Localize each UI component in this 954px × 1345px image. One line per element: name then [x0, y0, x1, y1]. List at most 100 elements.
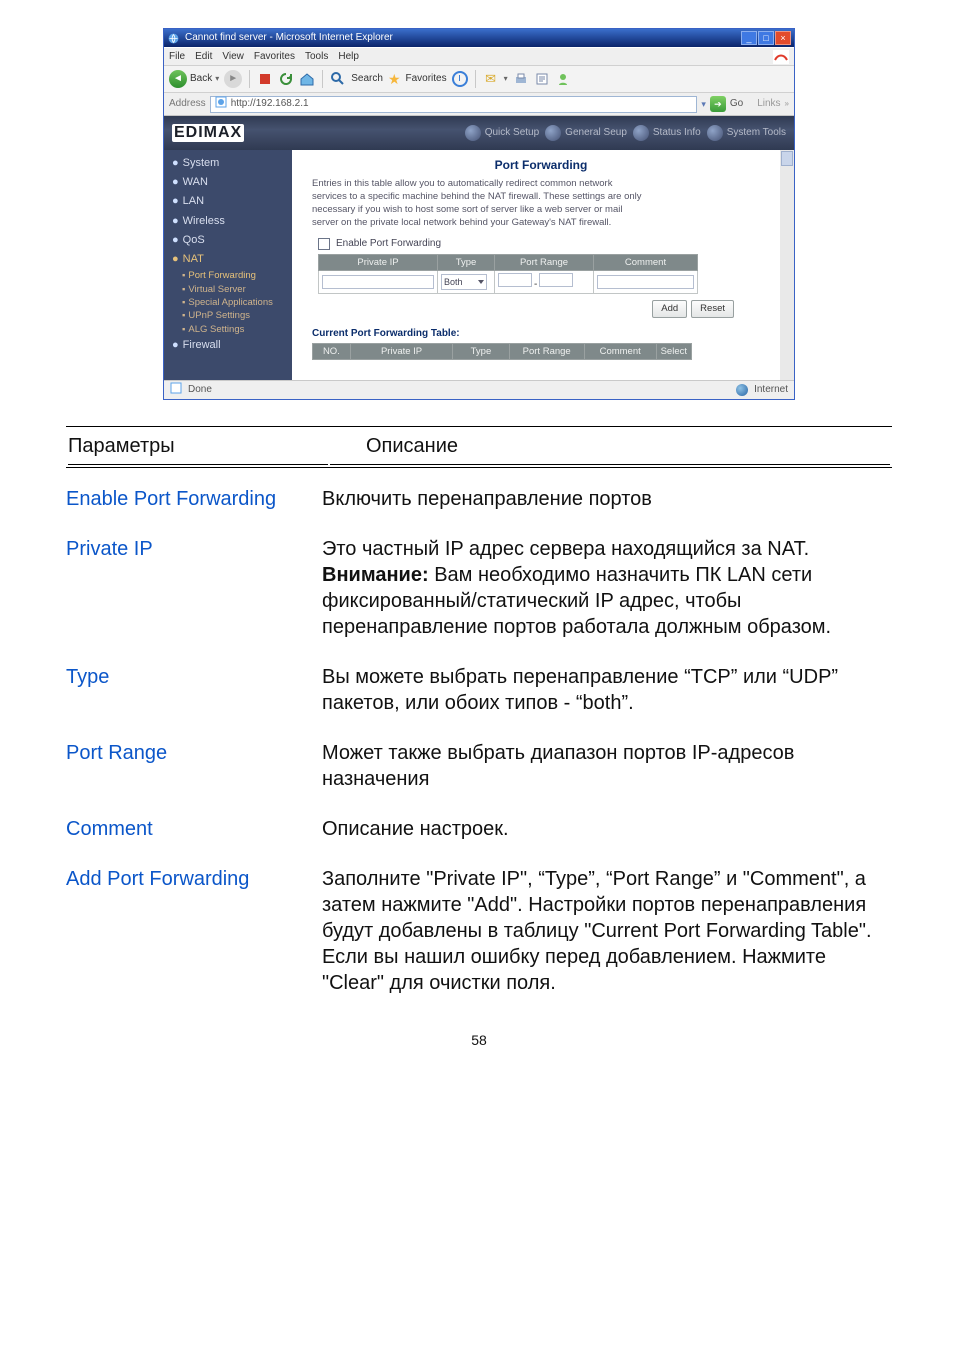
- sidebar-item-wan[interactable]: ●WAN: [164, 173, 292, 192]
- curr-col-select: Select: [656, 344, 691, 360]
- port-range-end-input[interactable]: [539, 273, 573, 287]
- menu-help[interactable]: Help: [338, 51, 359, 63]
- page-description: Entries in this table allow you to autom…: [312, 178, 642, 229]
- back-dropdown-icon[interactable]: ▾: [215, 74, 219, 84]
- header-parameters: Параметры: [68, 429, 328, 465]
- content-scrollbar[interactable]: [780, 150, 794, 380]
- menu-tools[interactable]: Tools: [305, 51, 328, 63]
- home-icon[interactable]: [299, 71, 315, 87]
- parameter-name: Type: [66, 664, 322, 690]
- reset-button[interactable]: Reset: [691, 300, 734, 318]
- private-ip-input[interactable]: [322, 275, 434, 289]
- enable-port-forwarding-row[interactable]: Enable Port Forwarding: [318, 238, 770, 250]
- sidebar-item-nat[interactable]: ●NAT: [164, 250, 292, 269]
- edimax-logo: EDIMAX: [172, 124, 244, 142]
- sidebar-item-firewall[interactable]: ●Firewall: [164, 336, 292, 355]
- edit-icon[interactable]: [534, 71, 550, 87]
- router-body: ●System ●WAN ●LAN ●Wireless ●QoS ●NAT ▪P…: [164, 150, 794, 380]
- address-bar: Address http://192.168.2.1 ▾ ➔ Go Links …: [164, 93, 794, 116]
- back-button[interactable]: ◄ Back ▾: [169, 70, 219, 88]
- sidebar-item-qos[interactable]: ●QoS: [164, 231, 292, 250]
- toolbar-separator: [249, 70, 250, 88]
- header-description: Описание: [330, 429, 890, 465]
- address-input[interactable]: http://192.168.2.1: [210, 96, 698, 113]
- parameter-name: Port Range: [66, 740, 322, 766]
- sidebar-sub-special-applications[interactable]: ▪Special Applications: [164, 296, 292, 309]
- stop-icon[interactable]: [257, 71, 273, 87]
- mail-dropdown-icon[interactable]: ▾: [504, 74, 508, 84]
- status-zone: Internet: [754, 384, 788, 396]
- address-dropdown-icon[interactable]: ▾: [701, 99, 706, 110]
- print-icon[interactable]: [513, 71, 529, 87]
- ie-logo-icon: [167, 32, 180, 45]
- col-comment: Comment: [594, 254, 698, 270]
- tab-quick-setup[interactable]: Quick Setup: [465, 125, 539, 141]
- links-label[interactable]: Links: [757, 98, 780, 110]
- search-icon[interactable]: [330, 71, 346, 87]
- window-maximize-button[interactable]: □: [758, 31, 774, 45]
- sidebar-item-wireless[interactable]: ●Wireless: [164, 212, 292, 231]
- search-label[interactable]: Search: [351, 73, 383, 85]
- messenger-icon[interactable]: [555, 71, 571, 87]
- menu-edit[interactable]: Edit: [195, 51, 212, 63]
- ie-window: Cannot find server - Microsoft Internet …: [163, 28, 795, 400]
- sidebar-sub-upnp-settings[interactable]: ▪UPnP Settings: [164, 309, 292, 322]
- sidebar-item-system[interactable]: ●System: [164, 154, 292, 173]
- sidebar-sub-alg-settings[interactable]: ▪ALG Settings: [164, 323, 292, 336]
- enable-label: Enable Port Forwarding: [336, 238, 441, 250]
- address-value: http://192.168.2.1: [231, 98, 309, 110]
- tab-general-setup[interactable]: General Seup: [545, 125, 627, 141]
- forward-button[interactable]: ►: [224, 70, 242, 88]
- menu-file[interactable]: File: [169, 51, 185, 63]
- sidebar-sub-port-forwarding[interactable]: ▪Port Forwarding: [164, 269, 292, 282]
- ie-throbber-icon: [773, 50, 789, 64]
- parameter-name: Enable Port Forwarding: [66, 486, 322, 512]
- mail-icon[interactable]: ✉: [483, 71, 499, 87]
- col-private-ip: Private IP: [319, 254, 438, 270]
- tab-system-tools[interactable]: System Tools: [707, 125, 786, 141]
- parameter-row: Add Port ForwardingЗаполните "Private IP…: [66, 854, 892, 1008]
- refresh-icon[interactable]: [278, 71, 294, 87]
- window-minimize-button[interactable]: _: [741, 31, 757, 45]
- status-text: Done: [188, 384, 212, 396]
- parameter-row: CommentОписание настроек.: [66, 804, 892, 854]
- col-port-range: Port Range: [495, 254, 594, 270]
- port-range-start-input[interactable]: [498, 273, 532, 287]
- type-select[interactable]: Both: [441, 274, 487, 290]
- window-close-button[interactable]: ×: [775, 31, 791, 45]
- history-icon[interactable]: [452, 71, 468, 87]
- favorites-icon[interactable]: ★: [388, 72, 401, 86]
- add-button[interactable]: Add: [652, 300, 687, 318]
- parameter-row: Private IPЭто частный IP адрес сервера н…: [66, 524, 892, 652]
- parameter-description: Включить перенаправление портов: [322, 486, 892, 512]
- ie-menubar: File Edit View Favorites Tools Help: [164, 47, 794, 66]
- tab-status-info[interactable]: Status Info: [633, 125, 701, 141]
- menu-favorites[interactable]: Favorites: [254, 51, 295, 63]
- address-label: Address: [169, 98, 206, 110]
- sidebar-sub-virtual-server[interactable]: ▪Virtual Server: [164, 283, 292, 296]
- ie-statusbar: Done Internet: [164, 380, 794, 399]
- range-dash: -: [532, 279, 539, 290]
- parameter-name: Comment: [66, 816, 322, 842]
- parameter-row: Port RangeМожет также выбрать диапазон п…: [66, 728, 892, 804]
- menu-view[interactable]: View: [222, 51, 244, 63]
- parameter-description: Заполните "Private IP", “Type”, “Port Ra…: [322, 866, 892, 996]
- go-button[interactable]: ➔: [710, 96, 726, 112]
- globe-icon: [707, 125, 723, 141]
- enable-checkbox[interactable]: [318, 238, 330, 250]
- links-chevron-icon[interactable]: »: [785, 99, 789, 109]
- comment-input[interactable]: [597, 275, 694, 289]
- parameters-table-header: Параметры Описание: [66, 426, 892, 468]
- sidebar-item-lan[interactable]: ●LAN: [164, 192, 292, 211]
- curr-col-type: Type: [453, 344, 509, 360]
- sidebar: ●System ●WAN ●LAN ●Wireless ●QoS ●NAT ▪P…: [164, 150, 292, 380]
- curr-col-no: NO.: [313, 344, 351, 360]
- favorites-label[interactable]: Favorites: [406, 73, 447, 85]
- current-table-title: Current Port Forwarding Table:: [312, 328, 770, 340]
- globe-icon: [465, 125, 481, 141]
- parameter-name: Private IP: [66, 536, 322, 562]
- current-port-forwarding-table: NO. Private IP Type Port Range Comment S…: [312, 343, 692, 360]
- globe-icon: [633, 125, 649, 141]
- port-forwarding-input-table: Private IP Type Port Range Comment Both …: [318, 254, 698, 294]
- parameter-description: Вы можете выбрать перенаправление “TCP” …: [322, 664, 892, 716]
